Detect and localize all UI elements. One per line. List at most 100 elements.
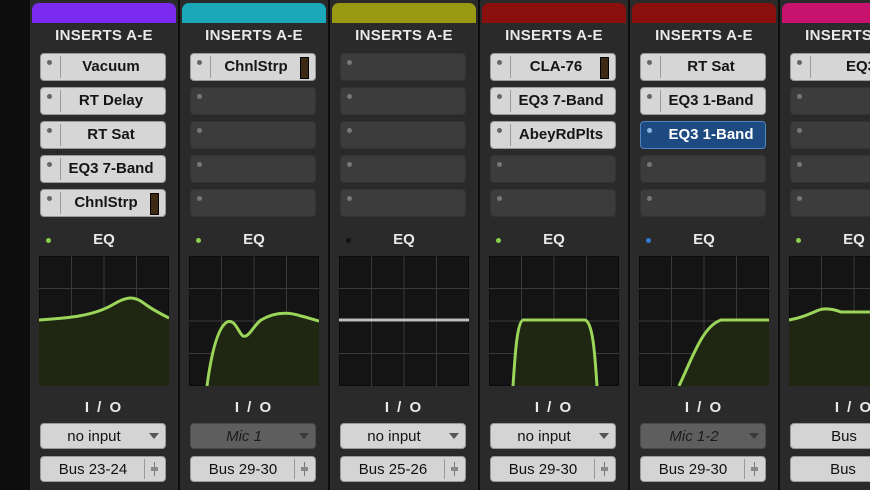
- bypass-led-icon[interactable]: [797, 60, 802, 65]
- insert-slot-empty[interactable]: [490, 155, 616, 183]
- input-selector[interactable]: Bus: [790, 423, 870, 449]
- input-selector[interactable]: Mic 1: [190, 423, 316, 449]
- input-selector[interactable]: no input: [40, 423, 166, 449]
- bypass-led-icon[interactable]: [497, 128, 502, 133]
- bypass-led-icon[interactable]: [347, 94, 352, 99]
- fader-icon[interactable]: [450, 462, 459, 476]
- insert-slot-empty[interactable]: [190, 189, 316, 217]
- bypass-led-icon[interactable]: [647, 162, 652, 167]
- insert-plugin-name: AbeyRdPlts: [518, 126, 604, 143]
- bypass-led-icon[interactable]: [497, 162, 502, 167]
- bypass-led-icon[interactable]: [197, 94, 202, 99]
- fader-icon[interactable]: [600, 462, 609, 476]
- eq-label: EQ: [93, 231, 115, 248]
- track-color-bar[interactable]: [182, 3, 326, 23]
- bypass-led-icon[interactable]: [347, 196, 352, 201]
- io-label: I / O: [384, 399, 424, 416]
- insert-slot-empty[interactable]: [490, 189, 616, 217]
- insert-slot[interactable]: ChnlStrp: [40, 189, 166, 217]
- insert-slot-empty[interactable]: [790, 121, 870, 149]
- bypass-led-icon[interactable]: [47, 196, 52, 201]
- insert-slot-empty[interactable]: [790, 87, 870, 115]
- fader-icon[interactable]: [150, 462, 159, 476]
- insert-slot-empty[interactable]: [640, 189, 766, 217]
- bypass-led-icon[interactable]: [47, 128, 52, 133]
- insert-slot[interactable]: AbeyRdPlts: [490, 121, 616, 149]
- insert-slot[interactable]: RT Sat: [40, 121, 166, 149]
- track-color-bar[interactable]: [482, 3, 626, 23]
- track-color-bar[interactable]: [632, 3, 776, 23]
- bypass-led-icon[interactable]: [47, 94, 52, 99]
- bypass-led-icon[interactable]: [797, 162, 802, 167]
- bypass-led-icon[interactable]: [347, 60, 352, 65]
- bypass-led-icon[interactable]: [497, 196, 502, 201]
- insert-slot[interactable]: EQ3 1-Band: [640, 121, 766, 149]
- output-selector[interactable]: Bus 25-26: [340, 456, 466, 482]
- insert-slot-empty[interactable]: [190, 155, 316, 183]
- insert-slot-empty[interactable]: [790, 189, 870, 217]
- eq-curve-graph[interactable]: [39, 256, 169, 386]
- fader-icon[interactable]: [300, 462, 309, 476]
- insert-slot-empty[interactable]: [190, 121, 316, 149]
- insert-slot-empty[interactable]: [640, 155, 766, 183]
- insert-slot[interactable]: ChnlStrp: [190, 53, 316, 81]
- insert-slot[interactable]: EQ3: [790, 53, 870, 81]
- eq-curve-graph[interactable]: [789, 256, 870, 386]
- bypass-led-icon[interactable]: [347, 162, 352, 167]
- bypass-led-icon[interactable]: [647, 128, 652, 133]
- output-selector[interactable]: Bus 23-24: [40, 456, 166, 482]
- insert-slot[interactable]: Vacuum: [40, 53, 166, 81]
- output-selector-value: Bus 29-30: [658, 461, 728, 478]
- output-selector[interactable]: Bus 29-30: [640, 456, 766, 482]
- output-selector[interactable]: Bus: [790, 456, 870, 482]
- bypass-led-icon[interactable]: [497, 60, 502, 65]
- bypass-led-icon[interactable]: [647, 94, 652, 99]
- track-color-bar[interactable]: [782, 3, 870, 23]
- output-selector[interactable]: Bus 29-30: [190, 456, 316, 482]
- insert-slot-empty[interactable]: [340, 189, 466, 217]
- bypass-led-icon[interactable]: [497, 94, 502, 99]
- output-selector-value: Bus 29-30: [208, 461, 278, 478]
- dropdown-arrow-icon: [749, 433, 759, 439]
- output-selector[interactable]: Bus 29-30: [490, 456, 616, 482]
- selector-divider: [144, 459, 145, 479]
- insert-slot[interactable]: RT Delay: [40, 87, 166, 115]
- insert-slot-empty[interactable]: [340, 87, 466, 115]
- bypass-led-icon[interactable]: [347, 128, 352, 133]
- eq-curve-graph[interactable]: [639, 256, 769, 386]
- bypass-led-icon[interactable]: [647, 60, 652, 65]
- insert-slot-empty[interactable]: [190, 87, 316, 115]
- insert-slot[interactable]: RT Sat: [640, 53, 766, 81]
- eq-curve-graph[interactable]: [489, 256, 619, 386]
- insert-slot[interactable]: EQ3 1-Band: [640, 87, 766, 115]
- bypass-led-icon[interactable]: [797, 196, 802, 201]
- bypass-led-icon[interactable]: [647, 196, 652, 201]
- input-selector[interactable]: no input: [340, 423, 466, 449]
- bypass-led-icon[interactable]: [47, 60, 52, 65]
- dropdown-arrow-icon: [149, 433, 159, 439]
- track-color-bar[interactable]: [332, 3, 476, 23]
- insert-slot[interactable]: EQ3 7-Band: [40, 155, 166, 183]
- selector-divider: [594, 459, 595, 479]
- bypass-led-icon[interactable]: [197, 60, 202, 65]
- insert-slot-empty[interactable]: [340, 53, 466, 81]
- input-selector[interactable]: no input: [490, 423, 616, 449]
- input-selector[interactable]: Mic 1-2: [640, 423, 766, 449]
- bypass-led-icon[interactable]: [797, 94, 802, 99]
- insert-slot-empty[interactable]: [340, 155, 466, 183]
- eq-curve-graph[interactable]: [339, 256, 469, 386]
- insert-slot-empty[interactable]: [790, 155, 870, 183]
- bypass-led-icon[interactable]: [197, 128, 202, 133]
- bypass-led-icon[interactable]: [47, 162, 52, 167]
- eq-curve-graph[interactable]: [189, 256, 319, 386]
- insert-slot[interactable]: CLA-76: [490, 53, 616, 81]
- insert-slot[interactable]: EQ3 7-Band: [490, 87, 616, 115]
- inserts-header: INSERTS A-E: [655, 27, 753, 44]
- inserts-header: INSERTS A-E: [805, 27, 870, 44]
- fader-icon[interactable]: [750, 462, 759, 476]
- bypass-led-icon[interactable]: [197, 162, 202, 167]
- track-color-bar[interactable]: [32, 3, 176, 23]
- bypass-led-icon[interactable]: [797, 128, 802, 133]
- bypass-led-icon[interactable]: [197, 196, 202, 201]
- insert-slot-empty[interactable]: [340, 121, 466, 149]
